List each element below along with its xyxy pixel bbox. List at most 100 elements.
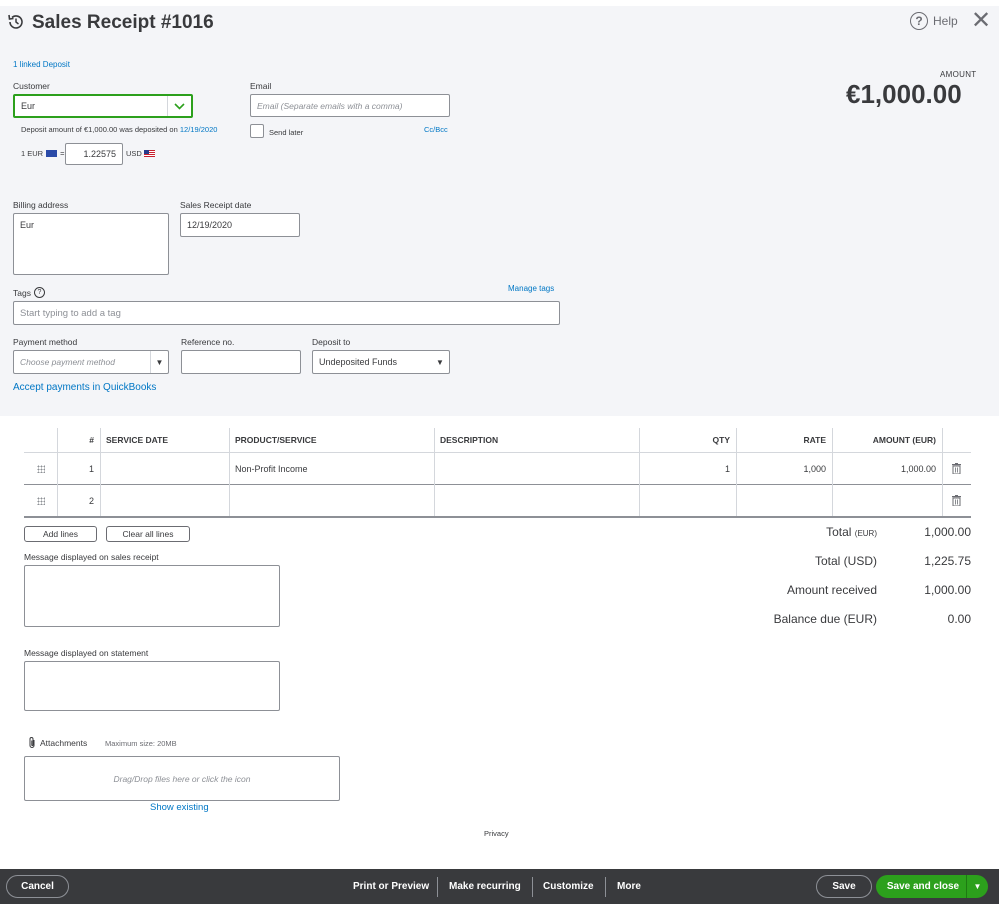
- balance-due-label: Balance due (EUR): [773, 612, 877, 626]
- trash-icon[interactable]: [942, 453, 971, 484]
- us-flag-icon: [143, 150, 155, 157]
- receipt-date-field[interactable]: 12/19/2020: [180, 213, 300, 237]
- attachments-max-size: Maximum size: 20MB: [105, 739, 177, 748]
- drag-handle-icon[interactable]: [24, 453, 57, 484]
- col-header-num: #: [89, 435, 94, 445]
- statement-message-label: Message displayed on statement: [24, 648, 149, 658]
- payment-method-label: Payment method: [13, 337, 78, 347]
- customize-button[interactable]: Customize: [543, 869, 594, 904]
- cc-bcc-link[interactable]: Cc/Bcc: [424, 125, 448, 134]
- tags-input[interactable]: Start typing to add a tag: [13, 301, 560, 325]
- footer-bar: Cancel Print or Preview Make recurring C…: [0, 869, 999, 904]
- row-num: 2: [88, 495, 94, 506]
- show-existing-link[interactable]: Show existing: [150, 802, 209, 813]
- tags-help-icon[interactable]: ?: [33, 287, 45, 298]
- send-later-checkbox[interactable]: [250, 124, 264, 138]
- more-button[interactable]: More: [617, 869, 641, 904]
- total-label-text: Total: [826, 525, 852, 539]
- billing-address-field[interactable]: Eur: [13, 213, 169, 275]
- exchange-to-label: USD: [126, 149, 142, 158]
- deposit-to-label: Deposit to: [312, 337, 351, 347]
- tags-placeholder: Start typing to add a tag: [20, 307, 121, 319]
- cancel-button[interactable]: Cancel: [6, 875, 69, 898]
- save-button[interactable]: Save: [816, 875, 872, 898]
- caret-down-icon: ▼: [436, 357, 444, 367]
- reference-field[interactable]: [181, 350, 301, 374]
- col-header-amount: AMOUNT (EUR): [872, 435, 936, 445]
- drag-handle-icon[interactable]: [24, 485, 57, 516]
- email-field[interactable]: Email (Separate emails with a comma): [250, 94, 450, 117]
- row-service-date[interactable]: [100, 453, 229, 484]
- customer-label: Customer: [13, 81, 50, 91]
- email-label: Email: [250, 81, 272, 91]
- make-recurring-button[interactable]: Make recurring: [449, 869, 521, 904]
- total-eur-label: Total (EUR): [740, 525, 877, 539]
- add-lines-button[interactable]: Add lines: [24, 526, 97, 542]
- deposit-note: Deposit amount of €1,000.00 was deposite…: [21, 125, 217, 134]
- total-usd-label: Total (USD): [814, 554, 877, 568]
- row-service-date[interactable]: [100, 485, 229, 516]
- exchange-to: USD: [126, 149, 155, 158]
- amount-received-value: 1,000.00: [924, 583, 971, 597]
- history-icon[interactable]: [6, 12, 26, 32]
- amount-label: AMOUNT: [940, 70, 977, 79]
- row-rate[interactable]: [736, 485, 832, 516]
- row-amount[interactable]: 1,000.00: [832, 453, 942, 484]
- row-product[interactable]: [229, 485, 434, 516]
- tags-label: Tags: [13, 287, 31, 298]
- print-preview-button[interactable]: Print or Preview: [353, 869, 429, 904]
- save-and-close-button[interactable]: Save and close: [876, 881, 966, 892]
- close-icon[interactable]: ✕: [971, 9, 991, 33]
- attachments-dropzone[interactable]: Drag/Drop files here or click the icon: [24, 756, 340, 801]
- exchange-rate-input[interactable]: 1.22575: [65, 143, 123, 165]
- caret-down-icon[interactable]: ▼: [966, 875, 988, 898]
- paperclip-icon[interactable]: [27, 736, 37, 749]
- exchange-equals: =: [60, 149, 65, 158]
- total-eur-value: 1,000.00: [924, 525, 971, 539]
- amount-value: €1,000.00: [846, 79, 962, 109]
- col-header-qty: QTY: [712, 435, 730, 445]
- privacy-link[interactable]: Privacy: [484, 829, 509, 838]
- col-header-rate: RATE: [803, 435, 826, 445]
- page-title: Sales Receipt #1016: [32, 12, 214, 33]
- reference-label: Reference no.: [181, 337, 235, 347]
- row-description[interactable]: [434, 453, 639, 484]
- statement-message-field[interactable]: [24, 661, 280, 711]
- receipt-date-label: Sales Receipt date: [180, 200, 252, 210]
- email-placeholder: Email (Separate emails with a comma): [257, 100, 403, 111]
- row-amount[interactable]: [832, 485, 942, 516]
- balance-due-value: 0.00: [947, 612, 971, 626]
- row-num: 1: [88, 463, 94, 474]
- row-rate[interactable]: 1,000: [736, 453, 832, 484]
- accept-payments-link[interactable]: Accept payments in QuickBooks: [13, 382, 156, 393]
- deposit-note-text: Deposit amount of €1,000.00 was deposite…: [21, 125, 178, 134]
- receipt-message-field[interactable]: [24, 565, 280, 627]
- linked-deposit-link[interactable]: 1 linked Deposit: [13, 60, 70, 69]
- chevron-down-icon[interactable]: [167, 96, 191, 116]
- amount-received-label: Amount received: [786, 583, 877, 597]
- deposit-date-link[interactable]: 12/19/2020: [180, 125, 218, 134]
- row-qty[interactable]: [639, 485, 736, 516]
- exchange-rate-row: 1 EUR =: [21, 149, 64, 158]
- clear-all-lines-button[interactable]: Clear all lines: [106, 526, 190, 542]
- payment-method-placeholder: Choose payment method: [20, 357, 115, 367]
- save-and-close-group: Save and close ▼: [876, 875, 988, 898]
- customer-field[interactable]: Eur: [13, 94, 193, 118]
- help-icon: ?: [910, 12, 928, 30]
- payment-method-select[interactable]: Choose payment method ▼: [13, 350, 169, 374]
- help-button[interactable]: ? Help: [910, 12, 958, 30]
- caret-down-icon: ▼: [150, 351, 168, 373]
- trash-icon[interactable]: [942, 485, 971, 516]
- attachments-label: Attachments: [40, 737, 88, 748]
- total-currency: (EUR): [854, 529, 877, 538]
- row-product[interactable]: Non-Profit Income: [229, 453, 434, 484]
- dropzone-text: Drag/Drop files here or click the icon: [113, 773, 251, 784]
- manage-tags-link[interactable]: Manage tags: [508, 284, 554, 293]
- deposit-to-select[interactable]: Undeposited Funds ▼: [312, 350, 450, 374]
- row-qty[interactable]: 1: [639, 453, 736, 484]
- row-description[interactable]: [434, 485, 639, 516]
- total-usd-value: 1,225.75: [924, 554, 971, 568]
- send-later-label: Send later: [269, 128, 304, 137]
- receipt-message-label: Message displayed on sales receipt: [24, 552, 159, 562]
- col-header-service-date: SERVICE DATE: [106, 435, 169, 445]
